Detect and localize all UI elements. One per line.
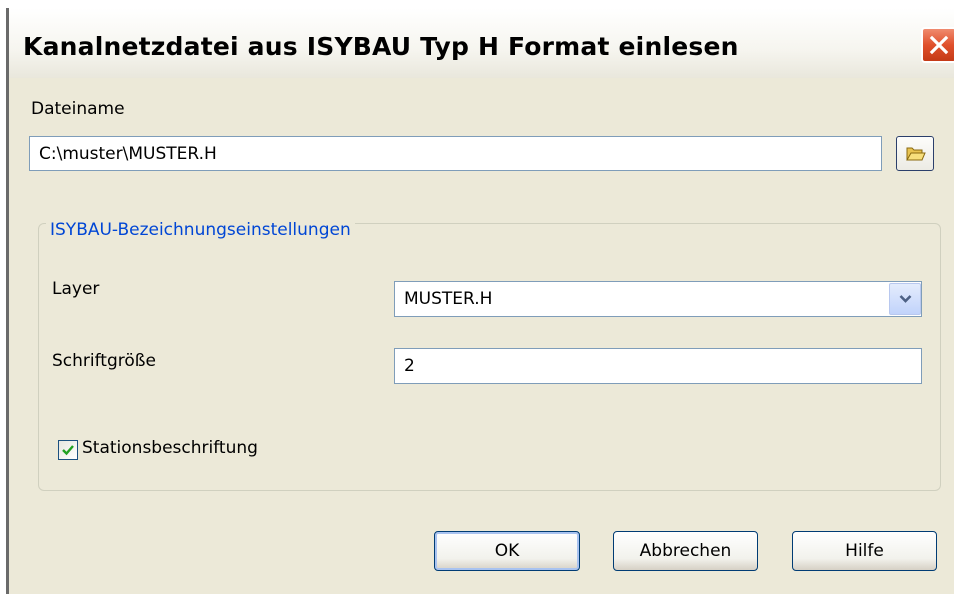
- layer-label: Layer: [52, 279, 100, 299]
- layer-dropdown-button[interactable]: [889, 283, 921, 315]
- station-label-text[interactable]: Stationsbeschriftung: [82, 438, 258, 458]
- font-size-input[interactable]: 2: [394, 348, 922, 384]
- font-size-label: Schriftgröße: [52, 351, 156, 371]
- close-icon: [929, 35, 949, 55]
- close-button[interactable]: [921, 27, 954, 63]
- group-legend: ISYBAU-Bezeichnungseinstellungen: [46, 220, 355, 240]
- browse-button[interactable]: [896, 136, 934, 171]
- window-title: Kanalnetzdatei aus ISYBAU Typ H Format e…: [23, 32, 739, 61]
- station-label-checkbox[interactable]: [58, 440, 78, 460]
- ok-button[interactable]: OK: [434, 531, 580, 571]
- cancel-button[interactable]: Abbrechen: [613, 531, 758, 571]
- checkmark-icon: [62, 445, 74, 456]
- title-bar[interactable]: Kanalnetzdatei aus ISYBAU Typ H Format e…: [9, 8, 954, 78]
- help-button[interactable]: Hilfe: [792, 531, 937, 571]
- folder-open-icon: [906, 147, 926, 161]
- layer-select[interactable]: MUSTER.H: [394, 281, 922, 317]
- filename-label: Dateiname: [31, 99, 125, 119]
- chevron-down-icon: [899, 295, 912, 303]
- dialog-window: Kanalnetzdatei aus ISYBAU Typ H Format e…: [6, 8, 954, 594]
- filename-input[interactable]: C:\muster\MUSTER.H: [29, 136, 882, 171]
